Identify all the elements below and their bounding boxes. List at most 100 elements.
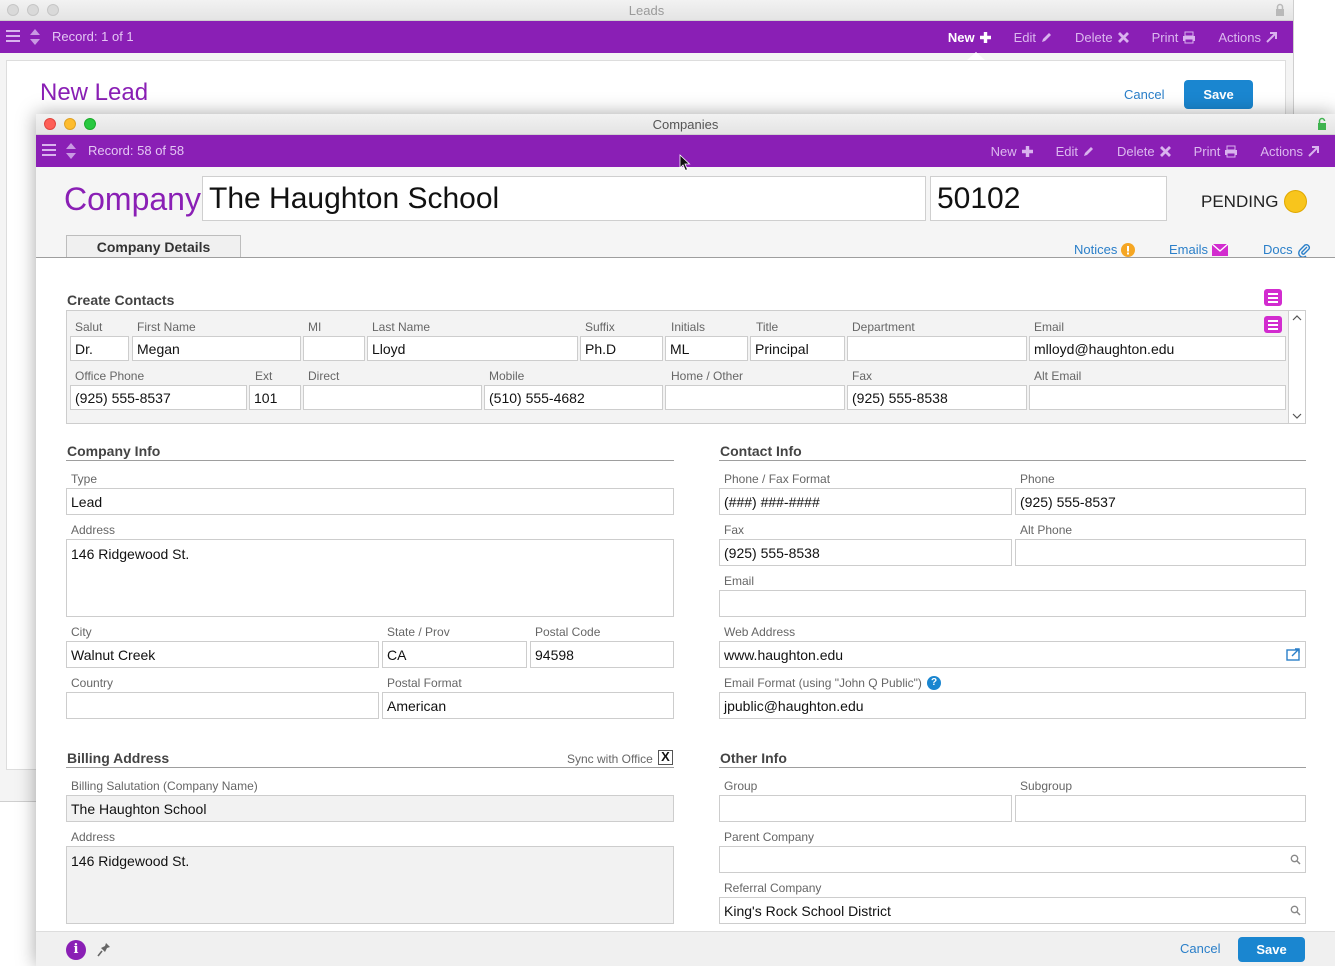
company-email-field[interactable] (719, 590, 1306, 617)
menu-icon[interactable] (6, 30, 20, 42)
billing-address-field[interactable]: 146 Ridgewood St. (66, 846, 674, 924)
search-icon[interactable] (1290, 854, 1301, 865)
print-button[interactable]: Print (1152, 30, 1197, 45)
postal-format-field[interactable]: American (382, 692, 674, 719)
first-name-field[interactable]: Megan (132, 336, 301, 361)
group-field[interactable] (719, 795, 1012, 822)
referral-company-field[interactable]: King's Rock School District (719, 897, 1306, 924)
last-name-field[interactable]: Lloyd (367, 336, 578, 361)
chevron-down-icon[interactable] (1289, 411, 1305, 421)
mi-field[interactable] (303, 336, 365, 361)
warning-icon (1121, 242, 1136, 257)
chevron-up-icon[interactable] (1289, 313, 1305, 323)
postal-format-label: Postal Format (387, 676, 462, 690)
x-icon (1159, 145, 1171, 157)
email-field[interactable]: mlloyd@haughton.edu (1029, 336, 1286, 361)
cancel-button[interactable]: Cancel (1180, 941, 1220, 956)
save-button[interactable]: Save (1184, 80, 1253, 109)
sync-with-office-label: Sync with Office (567, 752, 653, 766)
minimize-button[interactable] (64, 118, 76, 130)
record-counter: Record: 1 of 1 (52, 29, 134, 44)
record-nav-icon[interactable] (64, 141, 78, 161)
alt-email-field[interactable] (1029, 385, 1286, 410)
help-icon[interactable]: ? (927, 676, 941, 690)
direct-field[interactable] (303, 385, 482, 410)
phone-field[interactable]: (925) 555-8537 (1015, 488, 1306, 515)
phone-format-field[interactable]: (###) ###-#### (719, 488, 1012, 515)
open-link-icon[interactable] (1286, 648, 1301, 661)
salut-field[interactable]: Dr. (70, 336, 129, 361)
docs-link[interactable]: Docs (1263, 242, 1311, 257)
sync-with-office-checkbox[interactable]: X (658, 750, 673, 765)
address-field[interactable]: 146 Ridgewood St. (66, 539, 674, 617)
section-divider (66, 767, 674, 768)
pencil-icon (1042, 32, 1052, 42)
state-field[interactable]: CA (382, 641, 527, 668)
close-button[interactable] (44, 118, 56, 130)
parent-company-label: Parent Company (724, 830, 815, 844)
search-icon[interactable] (1290, 905, 1301, 916)
phone-label: Phone (1020, 472, 1055, 486)
zoom-button[interactable] (84, 118, 96, 130)
delete-button[interactable]: Delete (1117, 144, 1172, 159)
tab-company-details[interactable]: Company Details (66, 235, 241, 258)
title-label: Title (756, 320, 779, 334)
salut-label: Salut (75, 320, 103, 334)
email-format-field[interactable]: jpublic@haughton.edu (719, 692, 1306, 719)
parent-company-field[interactable] (719, 846, 1306, 873)
list-icon[interactable] (1264, 316, 1282, 333)
company-name-field[interactable]: The Haughton School (202, 176, 926, 221)
save-button[interactable]: Save (1238, 937, 1305, 962)
new-button[interactable]: New (991, 144, 1034, 159)
suffix-field[interactable]: Ph.D (580, 336, 663, 361)
record-nav-icon[interactable] (28, 27, 42, 47)
web-address-field[interactable]: www.haughton.edu (719, 641, 1306, 668)
mobile-field[interactable]: (510) 555-4682 (484, 385, 663, 410)
office-phone-field[interactable]: (925) 555-8537 (70, 385, 247, 410)
minimize-button[interactable] (27, 4, 39, 16)
info-icon[interactable]: i (66, 940, 86, 960)
department-field[interactable] (847, 336, 1027, 361)
country-field[interactable] (66, 692, 379, 719)
scrollbar[interactable] (1288, 311, 1305, 423)
cancel-button[interactable]: Cancel (1124, 87, 1164, 102)
home-other-label: Home / Other (671, 369, 744, 383)
new-button[interactable]: New (948, 30, 992, 45)
type-field[interactable]: Lead (66, 488, 674, 515)
print-button[interactable]: Print (1194, 144, 1239, 159)
list-icon[interactable] (1264, 289, 1282, 306)
postal-code-field[interactable]: 94598 (530, 641, 674, 668)
title-field[interactable]: Principal (750, 336, 845, 361)
department-label: Department (852, 320, 915, 334)
menu-icon[interactable] (42, 144, 56, 156)
actions-button[interactable]: Actions (1260, 144, 1321, 159)
alt-phone-field[interactable] (1015, 539, 1306, 566)
subgroup-field[interactable] (1015, 795, 1306, 822)
pin-icon[interactable] (97, 942, 111, 958)
company-id-field[interactable]: 50102 (930, 176, 1167, 221)
emails-link[interactable]: Emails (1169, 242, 1229, 257)
edit-button[interactable]: Edit (1056, 144, 1095, 159)
fax-field[interactable]: (925) 555-8538 (719, 539, 1012, 566)
initials-field[interactable]: ML (665, 336, 748, 361)
notices-link[interactable]: Notices (1074, 242, 1136, 257)
zoom-button[interactable] (47, 4, 59, 16)
status-indicator-icon[interactable] (1284, 190, 1307, 213)
contact-fax-field[interactable]: (925) 555-8538 (847, 385, 1027, 410)
mouse-pointer-icon (679, 154, 691, 172)
leads-toolbar: Record: 1 of 1 New Edit Delete Print Act… (0, 21, 1293, 53)
billing-salutation-field[interactable]: The Haughton School (66, 795, 674, 822)
subgroup-label: Subgroup (1020, 779, 1073, 793)
country-label: Country (71, 676, 114, 690)
ext-field[interactable]: 101 (249, 385, 301, 410)
close-button[interactable] (7, 4, 19, 16)
x-icon (1117, 31, 1129, 43)
edit-button[interactable]: Edit (1014, 30, 1053, 45)
suffix-label: Suffix (585, 320, 615, 334)
delete-button[interactable]: Delete (1075, 30, 1130, 45)
other-info-title: Other Info (720, 750, 787, 766)
group-label: Group (724, 779, 758, 793)
actions-button[interactable]: Actions (1218, 30, 1279, 45)
home-other-field[interactable] (665, 385, 845, 410)
city-field[interactable]: Walnut Creek (66, 641, 379, 668)
